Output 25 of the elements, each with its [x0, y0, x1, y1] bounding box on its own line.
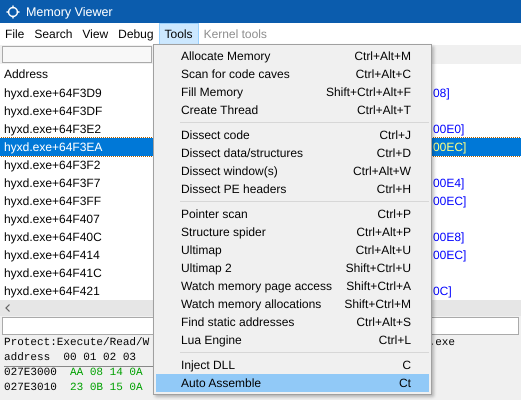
shortcut-label: Ctrl+Alt+S	[356, 315, 411, 329]
hex-address: 027E3010	[4, 382, 57, 396]
shortcut-label: Ctrl+H	[376, 182, 411, 196]
module-text: .exe	[428, 337, 455, 351]
shortcut-label: Ctrl+J	[379, 128, 411, 142]
shortcut-label: Ctrl+Alt+W	[352, 164, 411, 178]
hex-address: 027E3000	[4, 367, 57, 381]
shortcut-label: Ctrl+L	[378, 333, 411, 347]
shortcut-label: C	[402, 358, 411, 372]
shortcut-label: Ctrl+Alt+P	[356, 225, 411, 239]
shortcut-label: Shift+Ctrl+M	[344, 297, 411, 311]
shortcut-label: Shift+Ctrl+Alt+F	[326, 85, 411, 99]
shortcut-label: Ctrl+Alt+M	[354, 49, 411, 63]
shortcut-label: Shift+Ctrl+U	[346, 261, 411, 275]
shortcut-label: Ctrl+Alt+T	[356, 103, 411, 117]
hex-bytes: 23 0B 15 0A	[70, 382, 143, 396]
shortcut-label: Ctrl+Alt+C	[356, 67, 411, 81]
protection-text: Protect:Execute/Read/W	[4, 337, 150, 351]
shortcut-label: Shift+Ctrl+A	[346, 279, 411, 293]
shortcut-label: Ctrl+D	[376, 146, 411, 160]
shortcut-label: Ctrl+Alt+U	[356, 243, 411, 257]
window-title: Memory Viewer	[26, 4, 113, 18]
shortcut-label: Ctrl+P	[377, 207, 411, 221]
shortcut-label: Ct	[399, 376, 411, 390]
hex-bytes: AA 08 14 0A	[70, 367, 143, 381]
